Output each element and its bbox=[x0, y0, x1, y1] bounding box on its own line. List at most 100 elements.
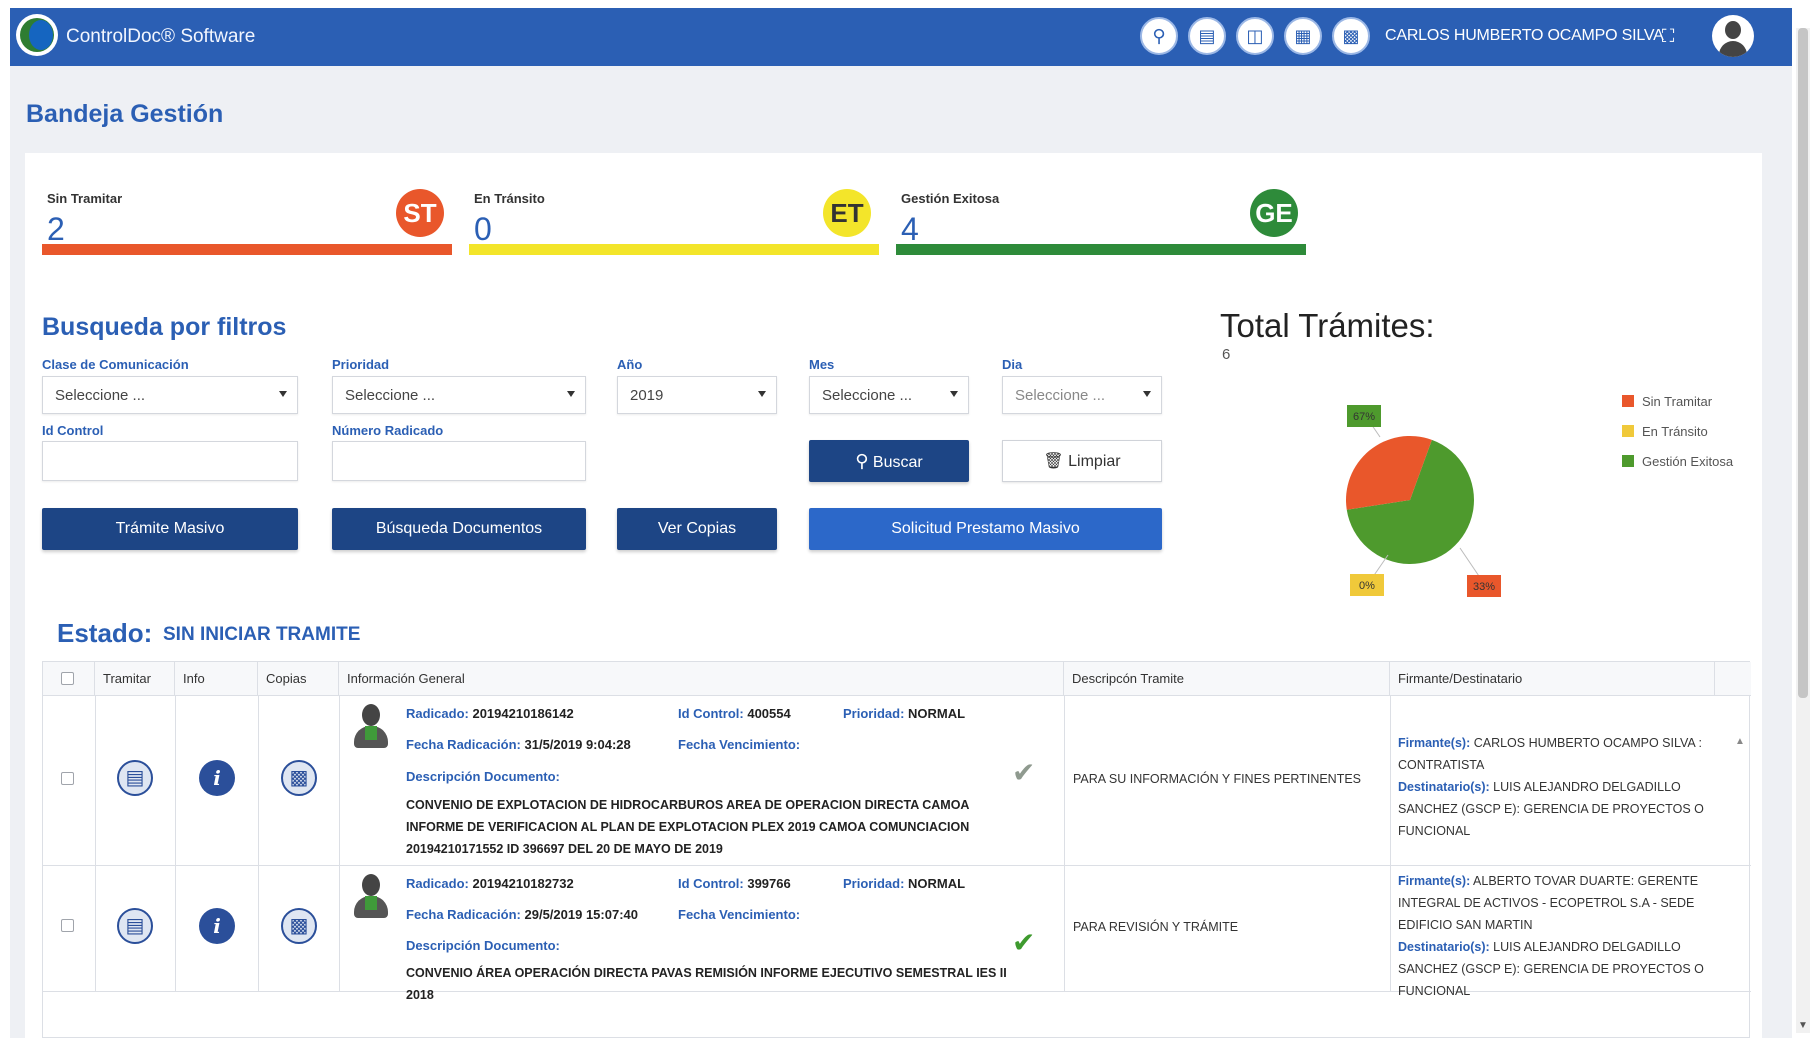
info-icon[interactable]: i bbox=[199, 760, 235, 796]
chart-total: 6 bbox=[1222, 346, 1231, 363]
card-label: Gestión Exitosa bbox=[901, 191, 1000, 206]
trash-icon: 🗑 bbox=[1043, 453, 1064, 470]
legend-item[interactable]: En Tránsito bbox=[1622, 424, 1733, 454]
numero-radicado-input[interactable] bbox=[332, 441, 586, 481]
prioridad-select[interactable]: Seleccione ... bbox=[332, 376, 586, 414]
mes-label: Mes bbox=[809, 357, 835, 372]
descripcion-key: Descripción Documento: bbox=[406, 938, 560, 953]
inbox-icon[interactable]: ◫ bbox=[1236, 17, 1274, 55]
legend-label: Sin Tramitar bbox=[1642, 394, 1713, 409]
app-logo[interactable] bbox=[16, 14, 58, 56]
solicitud-prestamo-button[interactable]: Solicitud Prestamo Masivo bbox=[809, 508, 1162, 550]
chart-legend: Sin Tramitar En Tránsito Gestión Exitosa bbox=[1622, 394, 1733, 484]
card-label: Sin Tramitar bbox=[47, 191, 123, 206]
legend-label: Gestión Exitosa bbox=[1642, 454, 1734, 469]
descripcion-label: Descripción Documento: bbox=[406, 769, 560, 784]
radicado-field: Radicado: 20194210182732 bbox=[406, 876, 574, 891]
tramite-masivo-button[interactable]: Trámite Masivo bbox=[42, 508, 298, 550]
info-icon[interactable]: i bbox=[199, 908, 235, 944]
card-sin-tramitar[interactable]: Sin Tramitar 2 ST bbox=[42, 175, 452, 255]
search-icon[interactable]: ⚲ bbox=[1140, 17, 1178, 55]
fecha-radicacion-key: Fecha Radicación: bbox=[406, 907, 521, 922]
buscar-button[interactable]: ⚲ Buscar bbox=[809, 440, 969, 482]
clase-select-value: Seleccione ... bbox=[55, 387, 146, 404]
card-value: 2 bbox=[47, 211, 65, 247]
legend-swatch bbox=[1622, 425, 1634, 437]
radicado-field: Radicado: 20194210186142 bbox=[406, 706, 574, 721]
table-header: Tramitar Info Copias Información General… bbox=[43, 662, 1751, 696]
page-scrollbar[interactable]: ▼ bbox=[1796, 28, 1810, 1033]
firmante-key: Firmante(s): bbox=[1398, 736, 1471, 750]
row-checkbox[interactable] bbox=[61, 772, 74, 785]
badge-et: ET bbox=[823, 189, 871, 237]
id-control-field: Id Control: 400554 bbox=[678, 706, 791, 721]
id-control-value: 400554 bbox=[747, 706, 791, 721]
app-screen: ControlDoc® Software ⚲ ▤ ◫ ▦ ▩ CARLOS HU… bbox=[10, 8, 1792, 1038]
fecha-vencimiento-field: Fecha Vencimiento: bbox=[678, 737, 800, 752]
radicado-key: Radicado: bbox=[406, 876, 469, 891]
user-avatar[interactable] bbox=[1712, 15, 1754, 57]
legend-item[interactable]: Gestión Exitosa bbox=[1622, 454, 1733, 484]
anio-select[interactable]: 2019 bbox=[617, 376, 777, 414]
document-icon[interactable]: ▤ bbox=[1188, 17, 1226, 55]
dia-select[interactable]: Seleccione ... bbox=[1002, 376, 1162, 414]
descripcion-text: CONVENIO ÁREA OPERACIÓN DIRECTA PAVAS RE… bbox=[406, 966, 1007, 1002]
pie-data-label: 67% bbox=[1353, 411, 1375, 423]
fecha-vencimiento-key: Fecha Vencimiento: bbox=[678, 907, 801, 922]
id-control-key: Id Control: bbox=[678, 876, 744, 891]
busqueda-documentos-button[interactable]: Búsqueda Documentos bbox=[332, 508, 586, 550]
pie-chart: 33% 0% 67% bbox=[1346, 405, 1501, 597]
fecha-vencimiento-field: Fecha Vencimiento: bbox=[678, 907, 800, 922]
fullscreen-icon[interactable]: ⛶ bbox=[1658, 26, 1678, 46]
card-bar bbox=[469, 244, 879, 255]
radicado-value: 20194210182732 bbox=[472, 876, 574, 891]
table-row: ▤ i ▩ Radicado: 20194210186142 Id Contro… bbox=[43, 696, 1751, 866]
buscar-label: Buscar bbox=[872, 454, 923, 471]
prioridad-value: NORMAL bbox=[908, 706, 966, 721]
card-en-transito[interactable]: En Tránsito 0 ET bbox=[469, 175, 879, 255]
tramitar-icon[interactable]: ▤ bbox=[117, 760, 153, 796]
id-control-key: Id Control: bbox=[678, 706, 744, 721]
user-name[interactable]: CARLOS HUMBERTO OCAMPO SILVA bbox=[1385, 27, 1664, 45]
table-scroll-up-icon[interactable]: ▲ bbox=[1735, 736, 1745, 747]
pie-data-label: 0% bbox=[1359, 580, 1375, 592]
report-icon[interactable]: ▦ bbox=[1284, 17, 1322, 55]
copias-icon[interactable]: ▩ bbox=[281, 760, 317, 796]
tramites-table: Tramitar Info Copias Información General… bbox=[42, 661, 1751, 1038]
numero-radicado-label: Número Radicado bbox=[332, 423, 444, 438]
legend-item[interactable]: Sin Tramitar bbox=[1622, 394, 1733, 424]
top-navbar: ControlDoc® Software ⚲ ▤ ◫ ▦ ▩ CARLOS HU… bbox=[10, 8, 1792, 66]
anio-select-value: 2019 bbox=[630, 387, 664, 404]
fecha-radicacion-value: 29/5/2019 15:07:40 bbox=[524, 907, 638, 922]
limpiar-button[interactable]: 🗑 Limpiar bbox=[1002, 440, 1162, 482]
badge-ge: GE bbox=[1250, 189, 1298, 237]
fecha-vencimiento-key: Fecha Vencimiento: bbox=[678, 737, 801, 752]
id-control-input[interactable] bbox=[42, 441, 298, 481]
mes-select[interactable]: Seleccione ... bbox=[809, 376, 969, 414]
chevron-down-icon bbox=[567, 391, 575, 397]
clase-select[interactable]: Seleccione ... bbox=[42, 376, 298, 414]
card-label: En Tránsito bbox=[474, 191, 545, 206]
descripcion-key: Descripción Documento: bbox=[406, 769, 560, 784]
header-descripcion-tramite: Descripcón Tramite bbox=[1064, 662, 1390, 696]
scroll-down-icon[interactable]: ▼ bbox=[1798, 1020, 1808, 1031]
header-tramitar: Tramitar bbox=[95, 662, 175, 696]
header-firmante: Firmante/Destinatario bbox=[1390, 662, 1715, 696]
select-all-checkbox[interactable] bbox=[61, 672, 74, 685]
certificate-icon[interactable]: ▩ bbox=[1332, 17, 1370, 55]
row-checkbox[interactable] bbox=[61, 919, 74, 932]
radicado-value: 20194210186142 bbox=[472, 706, 574, 721]
table-row: ▤ i ▩ Radicado: 20194210182732 Id Contro… bbox=[43, 866, 1751, 1002]
card-gestion-exitosa[interactable]: Gestión Exitosa 4 GE bbox=[896, 175, 1306, 255]
scrollbar-thumb[interactable] bbox=[1798, 28, 1808, 698]
tramitar-icon[interactable]: ▤ bbox=[117, 908, 153, 944]
clase-label: Clase de Comunicación bbox=[42, 357, 189, 372]
copias-icon[interactable]: ▩ bbox=[281, 908, 317, 944]
page-title: Bandeja Gestión bbox=[26, 100, 224, 128]
ver-copias-button[interactable]: Ver Copias bbox=[617, 508, 777, 550]
prioridad-field: Prioridad: NORMAL bbox=[843, 876, 965, 891]
chevron-down-icon bbox=[279, 391, 287, 397]
mes-select-value: Seleccione ... bbox=[822, 387, 913, 404]
fecha-radicacion-field: Fecha Radicación: 31/5/2019 9:04:28 bbox=[406, 737, 631, 752]
app-title: ControlDoc® Software bbox=[66, 26, 256, 47]
